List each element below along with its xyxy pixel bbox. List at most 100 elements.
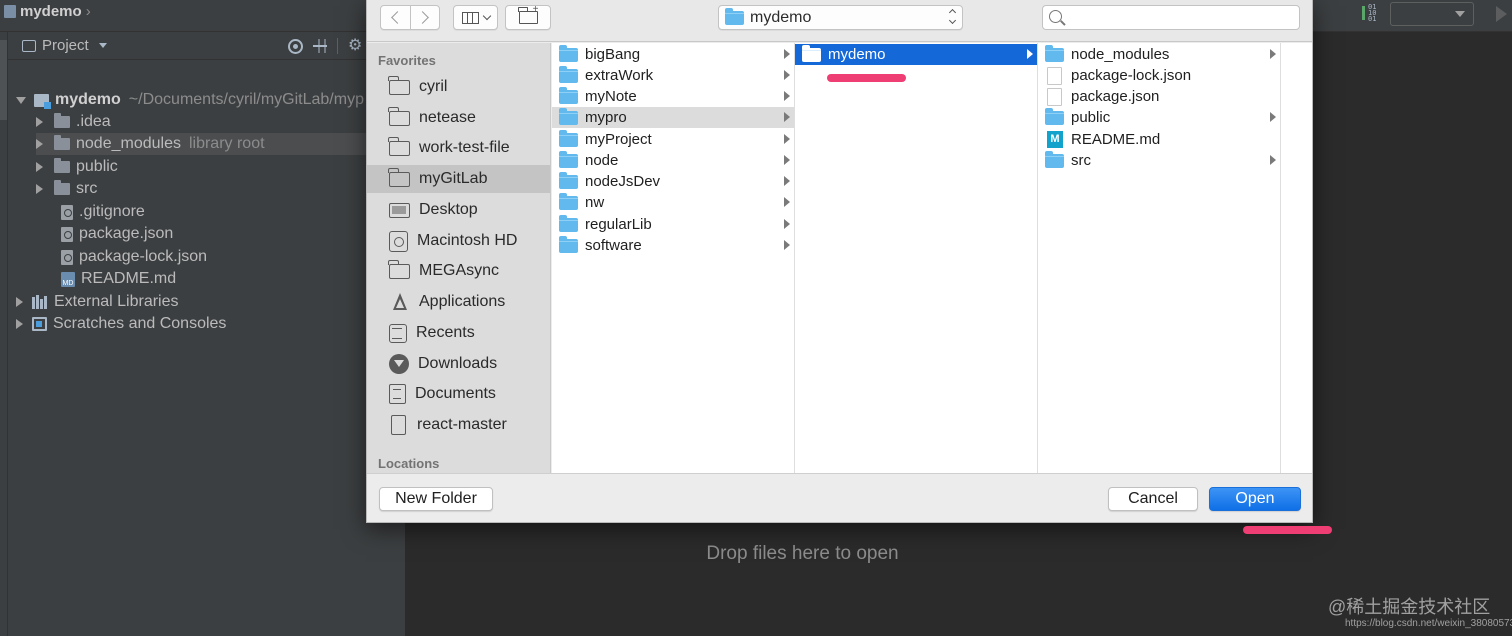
new-folder-button[interactable]: New Folder (379, 487, 493, 511)
sidebar-item-label: react-master (417, 416, 507, 433)
disclosure-arrow-icon (1270, 112, 1276, 122)
sidebar-item-label: work-test-file (419, 139, 510, 156)
sidebar-item-label: Desktop (419, 201, 478, 218)
column-item[interactable]: nodeJsDev (552, 171, 794, 192)
tree-root[interactable]: mydemo ~/Documents/cyril/myGitLab/myp (16, 89, 405, 111)
sidebar-item-cyril[interactable]: cyril (367, 73, 550, 101)
run-configuration-select[interactable] (1390, 2, 1474, 26)
disclosure-arrow-icon (784, 176, 790, 186)
tree-item[interactable]: package-lock.json (61, 246, 207, 268)
drop-files-hint: Drop files here to open (706, 543, 899, 564)
forward-button[interactable] (409, 6, 439, 29)
ide-tool-strip (0, 32, 8, 636)
sidebar-item-macintosh-hd[interactable]: Macintosh HD (367, 227, 550, 255)
tree-item[interactable]: package.json (61, 223, 173, 245)
column-item[interactable]: myNote (552, 86, 794, 107)
column-item[interactable]: M README.md (1038, 129, 1280, 150)
folder-icon (559, 44, 578, 62)
gear-icon[interactable]: ⚙ (348, 38, 362, 54)
tree-item[interactable]: node_modules library root (36, 133, 405, 155)
sidebar-item-recents[interactable]: Recents (367, 319, 550, 347)
column-item[interactable]: public (1038, 107, 1280, 128)
expand-arrow-icon[interactable] (16, 319, 23, 329)
sidebar-item-mygitlab[interactable]: myGitLab (367, 165, 550, 193)
sidebar-item-label: netease (419, 109, 476, 126)
tree-item-label: External Libraries (54, 293, 179, 310)
project-tool-tab[interactable] (0, 40, 7, 120)
tree-item[interactable]: public (36, 156, 118, 178)
column-item-label: extraWork (585, 67, 654, 84)
sidebar-item-documents[interactable]: Documents (367, 380, 550, 408)
vcs-update-icon[interactable]: 01 10 01 (1360, 4, 1380, 24)
column-item[interactable]: software (552, 235, 794, 256)
disclosure-arrow-icon (1270, 49, 1276, 59)
watermark-url: https://blog.csdn.net/weixin_38080573 (1345, 618, 1512, 629)
tree-scratches[interactable]: Scratches and Consoles (16, 313, 226, 335)
tree-item-label: Scratches and Consoles (53, 315, 227, 332)
column-item[interactable]: node (552, 150, 794, 171)
project-panel-tools: ⚙ (288, 38, 362, 54)
disclosure-arrow-icon (784, 91, 790, 101)
module-icon (4, 5, 16, 18)
tree-item-label: node_modules (76, 135, 181, 152)
column-item-selected[interactable]: mydemo (795, 44, 1037, 65)
annotation-underline-open (1243, 526, 1332, 534)
project-panel-header: Project ⚙ (8, 32, 405, 60)
expand-arrow-icon[interactable] (36, 162, 43, 172)
tree-external-libraries[interactable]: External Libraries (16, 291, 179, 313)
expand-arrow-icon[interactable] (16, 96, 26, 104)
sidebar-item-label: Downloads (418, 355, 498, 372)
column-item[interactable]: node_modules (1038, 44, 1280, 65)
recents-icon (389, 323, 407, 343)
view-mode-button[interactable] (453, 5, 498, 30)
sidebar-item-desktop[interactable]: Desktop (367, 196, 550, 224)
chevron-down-icon[interactable] (98, 43, 107, 48)
path-popup[interactable]: mydemo (718, 5, 963, 30)
sidebar-item-work-test-file[interactable]: work-test-file (367, 134, 550, 162)
new-folder-toolbar-button[interactable] (505, 4, 551, 30)
sidebar-item-downloads[interactable]: Downloads (367, 350, 550, 378)
documents-icon (389, 384, 406, 404)
module-folder-icon (34, 93, 51, 109)
tree-item[interactable]: .gitignore (61, 201, 145, 223)
locate-file-icon[interactable] (288, 38, 303, 54)
expand-arrow-icon[interactable] (36, 184, 43, 194)
column-item[interactable]: regularLib (552, 214, 794, 235)
sidebar-item-applications[interactable]: Applications (367, 288, 550, 316)
column-item[interactable]: nw (552, 192, 794, 213)
column-item[interactable]: package.json (1038, 86, 1280, 107)
expand-arrow-icon[interactable] (16, 297, 23, 307)
tree-item[interactable]: .idea (36, 111, 111, 133)
expand-arrow-icon[interactable] (36, 117, 43, 127)
run-icon[interactable] (1496, 6, 1507, 22)
project-icon (22, 39, 36, 52)
folder-icon (559, 214, 578, 232)
open-button[interactable]: Open (1209, 487, 1301, 511)
cancel-button[interactable]: Cancel (1108, 487, 1198, 511)
search-field[interactable] (1042, 5, 1300, 30)
ide-breadcrumb[interactable]: mydemo › (4, 3, 91, 20)
column-item[interactable]: myProject (552, 129, 794, 150)
column-item[interactable]: bigBang (552, 44, 794, 65)
tree-item[interactable]: src (36, 178, 97, 200)
disclosure-arrow-icon (1027, 49, 1033, 59)
column-item[interactable]: src (1038, 150, 1280, 171)
column-item[interactable]: mypro (552, 107, 794, 128)
folder-icon (559, 192, 578, 210)
search-input[interactable] (1069, 9, 1291, 27)
project-view-label[interactable]: Project (42, 37, 89, 54)
collapse-all-icon[interactable] (313, 39, 327, 53)
sidebar-item-megasync[interactable]: MEGAsync (367, 257, 550, 285)
column-item-label: nodeJsDev (585, 173, 661, 190)
disclosure-arrow-icon (784, 112, 790, 122)
back-button[interactable] (381, 6, 410, 29)
sidebar-item-react-master[interactable]: react-master (367, 411, 550, 439)
expand-arrow-icon[interactable] (36, 139, 43, 149)
json-file-icon (61, 226, 73, 242)
column-item-label: mypro (585, 109, 627, 126)
disclosure-arrow-icon (784, 49, 790, 59)
sidebar-item-netease[interactable]: netease (367, 104, 550, 132)
column-item[interactable]: package-lock.json (1038, 65, 1280, 86)
tree-item[interactable]: MD README.md (61, 268, 176, 290)
column-item[interactable]: extraWork (552, 65, 794, 86)
